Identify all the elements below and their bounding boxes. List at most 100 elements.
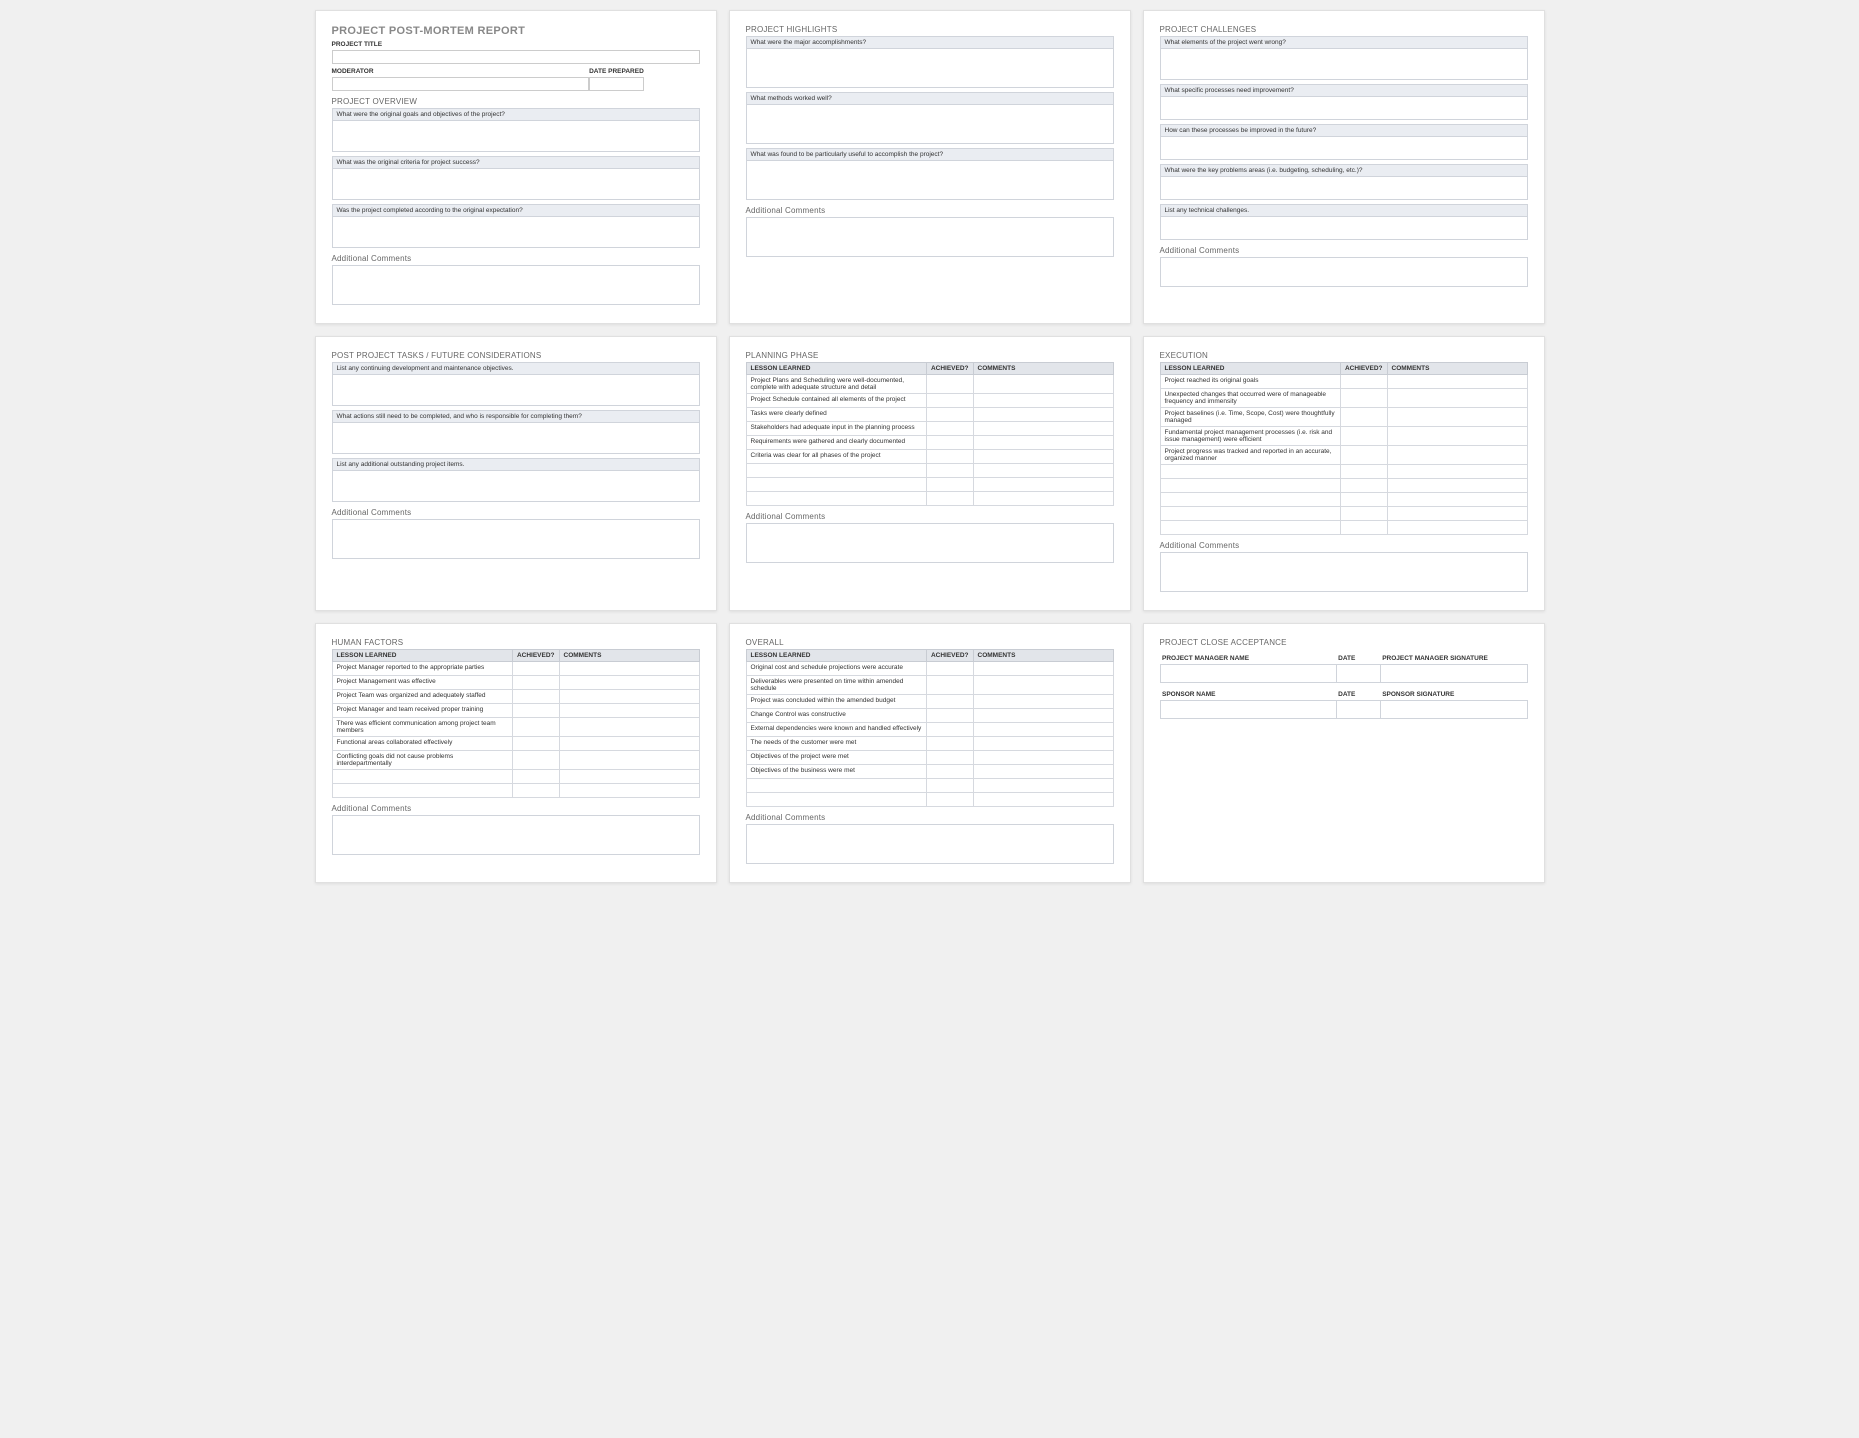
achieved-cell[interactable]	[926, 737, 973, 751]
achieved-cell[interactable]	[926, 709, 973, 723]
achieved-cell[interactable]	[512, 751, 559, 770]
comments-cell[interactable]	[973, 464, 1113, 478]
comments-input[interactable]	[332, 815, 700, 855]
pm-sig-input[interactable]	[1380, 665, 1527, 683]
q-actions-input[interactable]	[332, 422, 700, 454]
comments-cell[interactable]	[559, 751, 699, 770]
comments-input[interactable]	[746, 217, 1114, 257]
q-methods-input[interactable]	[746, 104, 1114, 144]
comments-input[interactable]	[746, 824, 1114, 864]
achieved-cell[interactable]	[512, 690, 559, 704]
achieved-cell[interactable]	[512, 737, 559, 751]
project-title-input[interactable]	[332, 50, 700, 64]
achieved-cell[interactable]	[926, 450, 973, 464]
achieved-cell[interactable]	[926, 793, 973, 807]
q-process-improve-input[interactable]	[1160, 96, 1528, 120]
comments-cell[interactable]	[1387, 389, 1527, 408]
achieved-cell[interactable]	[926, 464, 973, 478]
comments-cell[interactable]	[559, 662, 699, 676]
comments-cell[interactable]	[1387, 427, 1527, 446]
comments-cell[interactable]	[973, 765, 1113, 779]
sponsor-name-input[interactable]	[1160, 701, 1336, 719]
achieved-cell[interactable]	[926, 478, 973, 492]
comments-cell[interactable]	[1387, 465, 1527, 479]
achieved-cell[interactable]	[926, 676, 973, 695]
q-outstanding-input[interactable]	[332, 470, 700, 502]
achieved-cell[interactable]	[512, 662, 559, 676]
comments-cell[interactable]	[973, 450, 1113, 464]
sponsor-date-input[interactable]	[1336, 701, 1380, 719]
comments-cell[interactable]	[973, 492, 1113, 506]
comments-cell[interactable]	[1387, 479, 1527, 493]
achieved-cell[interactable]	[1340, 465, 1387, 479]
achieved-cell[interactable]	[512, 770, 559, 784]
comments-input[interactable]	[746, 523, 1114, 563]
comments-input[interactable]	[1160, 552, 1528, 592]
achieved-cell[interactable]	[926, 436, 973, 450]
comments-cell[interactable]	[973, 408, 1113, 422]
comments-cell[interactable]	[973, 709, 1113, 723]
comments-cell[interactable]	[973, 779, 1113, 793]
q-accomplishments-input[interactable]	[746, 48, 1114, 88]
comments-cell[interactable]	[973, 375, 1113, 394]
comments-input[interactable]	[332, 265, 700, 305]
comments-cell[interactable]	[973, 478, 1113, 492]
achieved-cell[interactable]	[926, 695, 973, 709]
achieved-cell[interactable]	[512, 718, 559, 737]
q-useful-input[interactable]	[746, 160, 1114, 200]
comments-cell[interactable]	[559, 676, 699, 690]
achieved-cell[interactable]	[926, 492, 973, 506]
achieved-cell[interactable]	[1340, 493, 1387, 507]
comments-cell[interactable]	[559, 784, 699, 798]
comments-cell[interactable]	[973, 436, 1113, 450]
achieved-cell[interactable]	[1340, 446, 1387, 465]
comments-cell[interactable]	[1387, 446, 1527, 465]
achieved-cell[interactable]	[1340, 479, 1387, 493]
q-goals-input[interactable]	[332, 120, 700, 152]
comments-cell[interactable]	[559, 718, 699, 737]
comments-cell[interactable]	[1387, 507, 1527, 521]
q-key-problems-input[interactable]	[1160, 176, 1528, 200]
q-expectation-input[interactable]	[332, 216, 700, 248]
q-future-improve-input[interactable]	[1160, 136, 1528, 160]
comments-input[interactable]	[1160, 257, 1528, 287]
achieved-cell[interactable]	[926, 765, 973, 779]
pm-name-input[interactable]	[1160, 665, 1336, 683]
comments-cell[interactable]	[973, 422, 1113, 436]
achieved-cell[interactable]	[1340, 375, 1387, 389]
comments-input[interactable]	[332, 519, 700, 559]
achieved-cell[interactable]	[926, 751, 973, 765]
achieved-cell[interactable]	[1340, 507, 1387, 521]
comments-cell[interactable]	[559, 704, 699, 718]
comments-cell[interactable]	[559, 690, 699, 704]
achieved-cell[interactable]	[1340, 521, 1387, 535]
achieved-cell[interactable]	[926, 662, 973, 676]
achieved-cell[interactable]	[1340, 427, 1387, 446]
achieved-cell[interactable]	[926, 779, 973, 793]
q-continuing-input[interactable]	[332, 374, 700, 406]
comments-cell[interactable]	[1387, 521, 1527, 535]
comments-cell[interactable]	[559, 770, 699, 784]
comments-cell[interactable]	[973, 793, 1113, 807]
date-prepared-input[interactable]	[589, 77, 644, 91]
q-technical-input[interactable]	[1160, 216, 1528, 240]
moderator-input[interactable]	[332, 77, 590, 91]
achieved-cell[interactable]	[1340, 408, 1387, 427]
comments-cell[interactable]	[973, 737, 1113, 751]
achieved-cell[interactable]	[926, 422, 973, 436]
achieved-cell[interactable]	[926, 375, 973, 394]
q-wrong-input[interactable]	[1160, 48, 1528, 80]
pm-date-input[interactable]	[1336, 665, 1380, 683]
achieved-cell[interactable]	[926, 723, 973, 737]
comments-cell[interactable]	[1387, 408, 1527, 427]
comments-cell[interactable]	[559, 737, 699, 751]
comments-cell[interactable]	[973, 751, 1113, 765]
comments-cell[interactable]	[973, 676, 1113, 695]
achieved-cell[interactable]	[512, 676, 559, 690]
q-criteria-input[interactable]	[332, 168, 700, 200]
comments-cell[interactable]	[973, 394, 1113, 408]
comments-cell[interactable]	[973, 723, 1113, 737]
sponsor-sig-input[interactable]	[1380, 701, 1527, 719]
achieved-cell[interactable]	[512, 784, 559, 798]
comments-cell[interactable]	[973, 695, 1113, 709]
